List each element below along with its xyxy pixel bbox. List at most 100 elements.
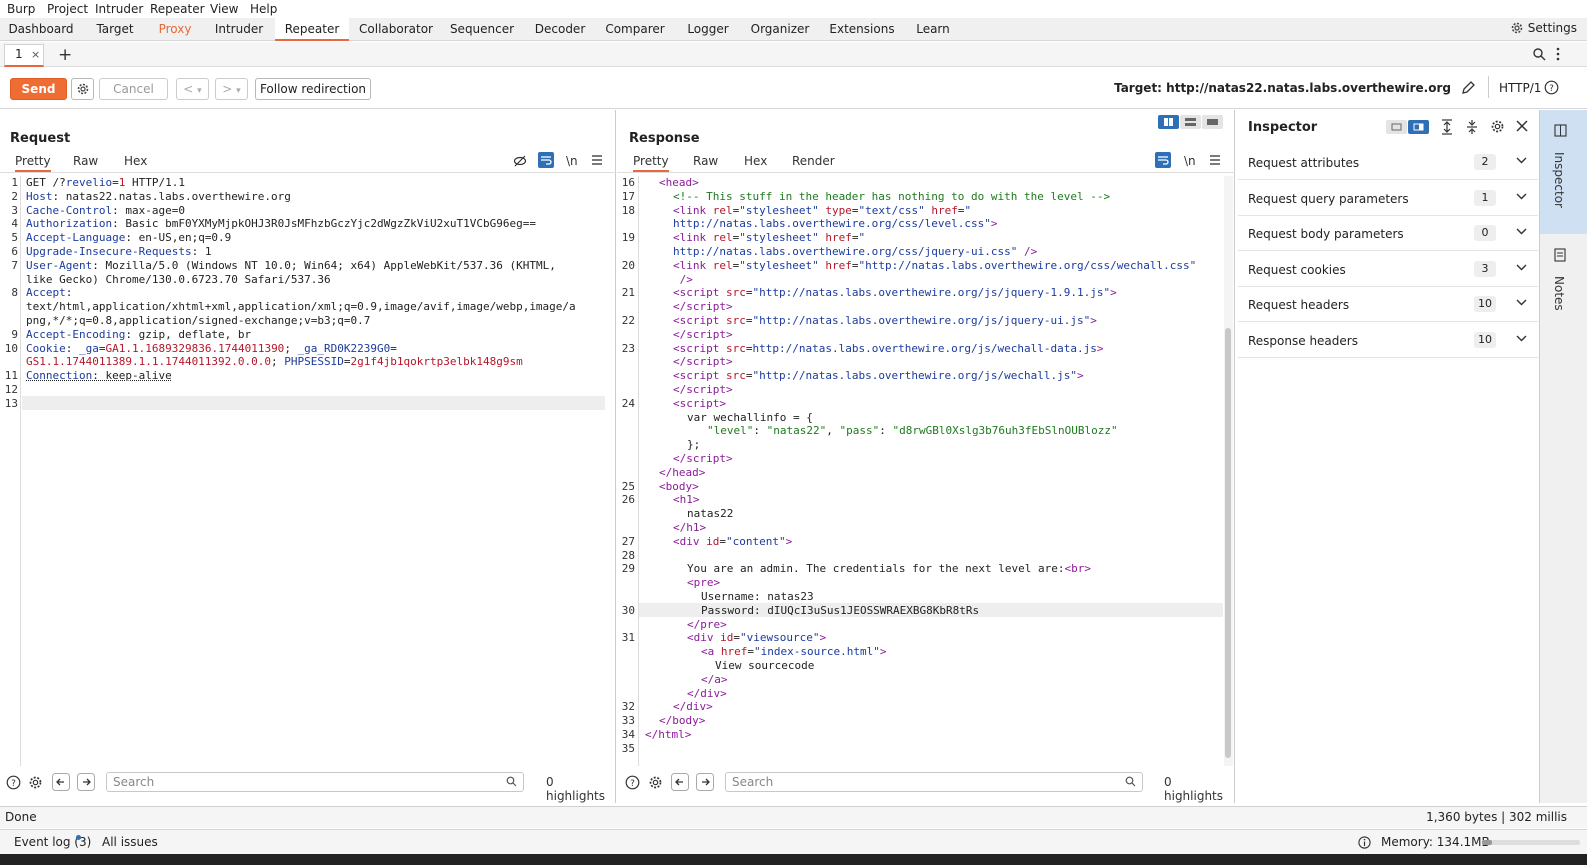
tab-logger[interactable]: Logger [682,18,734,41]
menu-icon[interactable] [591,154,603,166]
gutter-divider [638,176,639,766]
split-horizontal-icon[interactable] [1180,115,1201,129]
http-version-toggle[interactable]: HTTP/1 [1499,81,1541,95]
tab-dashboard[interactable]: Dashboard [8,18,74,41]
newline-toggle[interactable]: \n [1184,154,1196,168]
chevron-down-icon: ▾ [236,86,241,96]
help-icon[interactable]: ? [625,775,640,790]
request-tab-hex[interactable]: Hex [124,154,147,168]
inspector-section-response-headers[interactable]: Response headers 10 [1238,323,1538,358]
response-editor[interactable]: 16 <head> 17 <!-- This stuff in the header… [617,176,1223,761]
edit-pencil-icon[interactable] [1461,80,1476,95]
inspector-section-request-headers[interactable]: Request headers 10 [1238,287,1538,322]
next-match-icon[interactable] [77,773,95,791]
tab-comparer[interactable]: Comparer [602,18,668,41]
request-view-tabs: Pretty Raw Hex \n [0,152,615,172]
repeater-tab-1[interactable]: 1 × [4,44,44,67]
inspector-section-body-parameters[interactable]: Request body parameters 0 [1238,216,1538,251]
previous-match-icon[interactable] [52,773,70,791]
help-icon[interactable]: ? [1544,80,1559,95]
inspector-section-query-parameters[interactable]: Request query parameters 1 [1238,181,1538,216]
section-label: Request body parameters [1248,227,1404,241]
menu-repeater[interactable]: Repeater [150,2,205,16]
sidebar-inspector-label: Inspector [1552,152,1566,208]
repeater-tabs: 1 × + [0,42,1587,67]
inspector-title: Inspector [1248,120,1318,135]
send-options-button[interactable] [71,78,94,100]
menu-icon[interactable] [1209,154,1221,166]
send-button[interactable]: Send [10,78,67,100]
chevron-down-icon [1516,264,1527,271]
gear-icon[interactable] [1490,119,1505,134]
request-search-input[interactable]: Search [106,772,524,792]
inspector-list-view-icon[interactable] [1386,120,1407,134]
footer: Event log (3) All issues Memory: 134.1MB [0,829,1587,854]
gear-icon[interactable] [648,775,663,790]
response-tab-pretty[interactable]: Pretty [633,154,669,172]
forward-button[interactable]: > ▾ [215,78,248,100]
close-icon[interactable] [1516,120,1528,132]
cancel-button[interactable]: Cancel [99,78,168,100]
gear-icon[interactable] [28,775,43,790]
memory-bar [1482,840,1580,845]
target-label: Target: http://natas22.natas.labs.overth… [1114,81,1451,95]
request-tab-raw[interactable]: Raw [73,154,98,168]
settings-button[interactable]: Settings [1510,21,1577,35]
request-tab-pretty[interactable]: Pretty [15,154,51,172]
status-bar: Done 1,360 bytes | 302 millis [0,806,1587,828]
hide-nonprintable-icon[interactable] [513,154,527,168]
tab-learn[interactable]: Learn [910,18,956,41]
tab-extensions[interactable]: Extensions [828,18,896,41]
split-vertical-icon[interactable] [1158,115,1179,129]
back-button[interactable]: < ▾ [176,78,209,100]
sidebar-tab-notes[interactable]: Notes [1540,234,1587,324]
tab-collaborator[interactable]: Collaborator [358,18,434,41]
menu-project[interactable]: Project [47,2,88,16]
tabbed-layout-icon[interactable] [1202,115,1223,129]
next-match-icon[interactable] [696,773,714,791]
close-icon[interactable]: × [31,45,40,64]
response-search-input[interactable]: Search [725,772,1143,792]
inspector-section-request-attributes[interactable]: Request attributes 2 [1238,145,1538,180]
divider [617,172,1235,173]
tab-organizer[interactable]: Organizer [748,18,812,41]
tab-sequencer[interactable]: Sequencer [448,18,516,41]
menu-burp[interactable]: Burp [7,2,35,16]
menu-help[interactable]: Help [250,2,277,16]
kebab-menu-icon[interactable] [1555,47,1561,61]
menu-view[interactable]: View [210,2,238,16]
wrap-lines-icon[interactable] [538,152,554,168]
follow-redirection-button[interactable]: Follow redirection [255,78,371,100]
search-icon [506,776,517,787]
search-icon[interactable] [1532,47,1546,61]
tab-intruder[interactable]: Intruder [210,18,268,41]
collapse-all-icon[interactable] [1465,119,1479,135]
response-scrollbar[interactable] [1224,176,1233,766]
response-tab-hex[interactable]: Hex [744,154,767,168]
add-tab-button[interactable]: + [58,45,72,65]
wrap-lines-icon[interactable] [1155,152,1171,168]
expand-all-icon[interactable] [1440,119,1454,135]
scrollbar-thumb[interactable] [1225,328,1231,758]
sidebar-notes-label: Notes [1552,276,1566,311]
request-highlights-count: 0 highlights [546,775,606,803]
tab-proxy[interactable]: Proxy [152,18,198,41]
section-count: 10 [1474,296,1496,312]
help-icon[interactable]: ? [6,775,21,790]
newline-toggle[interactable]: \n [566,154,578,168]
response-tab-render[interactable]: Render [792,154,835,168]
sidebar-tab-inspector[interactable]: Inspector [1540,110,1587,234]
inspector-panel-view-icon[interactable] [1408,120,1429,134]
menu-intruder[interactable]: Intruder [95,2,143,16]
section-label: Request headers [1248,298,1350,312]
tab-repeater[interactable]: Repeater [275,18,349,41]
tab-target[interactable]: Target [88,18,142,41]
section-label: Request attributes [1248,156,1360,170]
tab-decoder[interactable]: Decoder [530,18,590,41]
all-issues-button[interactable]: All issues [102,835,158,849]
current-line-highlight [22,396,605,410]
section-label: Request query parameters [1248,192,1409,206]
previous-match-icon[interactable] [671,773,689,791]
inspector-section-request-cookies[interactable]: Request cookies 3 [1238,252,1538,287]
response-tab-raw[interactable]: Raw [693,154,718,168]
